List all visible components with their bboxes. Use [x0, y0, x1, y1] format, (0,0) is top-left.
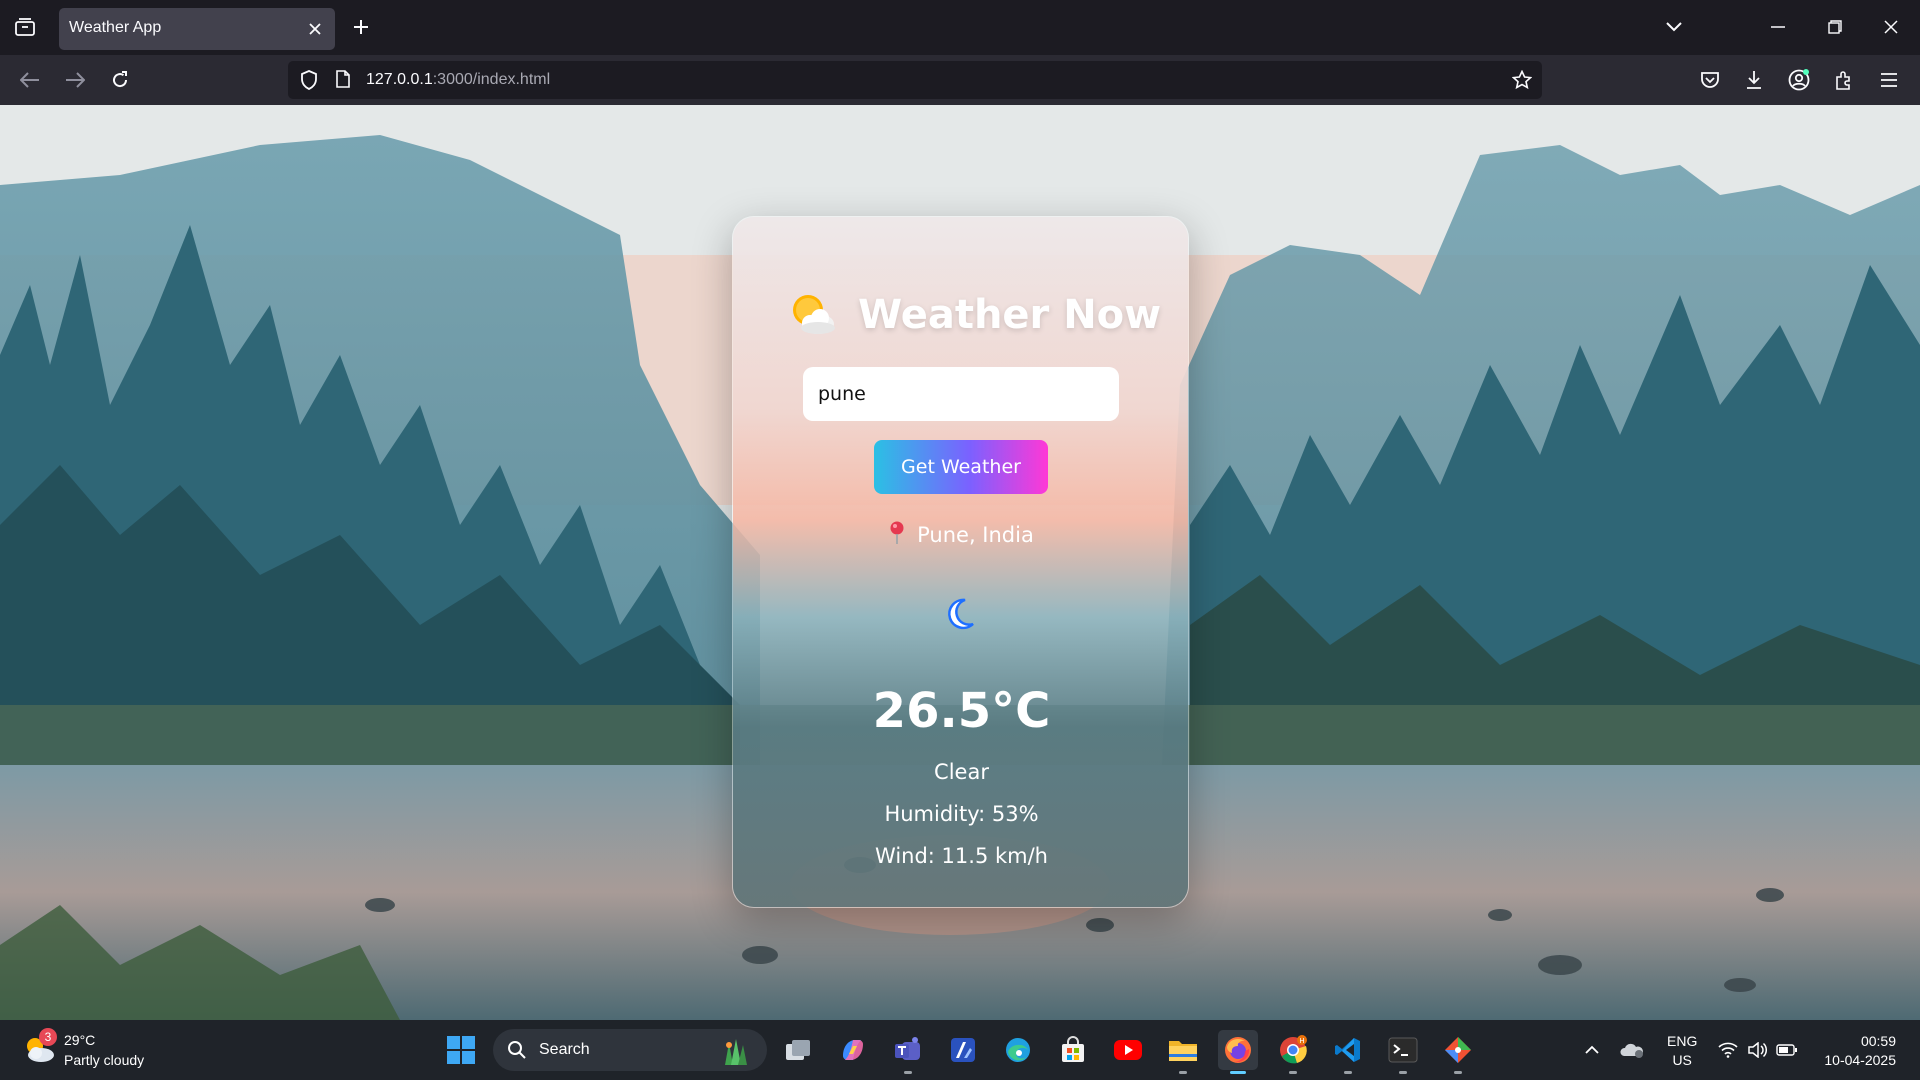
region-code: US: [1672, 1052, 1692, 1068]
clock-time: 00:59: [1860, 1033, 1896, 1049]
pocket-icon[interactable]: [1697, 67, 1723, 93]
weather-notification-badge: 3: [39, 1028, 57, 1046]
page-icon[interactable]: [336, 70, 352, 90]
weather-widget-temp: 29°C: [64, 1032, 96, 1048]
vscode-running-indicator: [1344, 1071, 1352, 1074]
humidity-text: Humidity: 53%: [884, 802, 1039, 826]
browser-tab-bar: Weather App: [0, 0, 1920, 55]
git-tool-icon[interactable]: [1438, 1030, 1478, 1074]
close-window-icon[interactable]: [1878, 14, 1904, 40]
terminal-running-indicator: [1399, 1071, 1407, 1074]
explorer-running-indicator: [1179, 1071, 1187, 1074]
vscode-icon[interactable]: [1328, 1030, 1368, 1074]
terminal-icon[interactable]: [1383, 1030, 1423, 1074]
search-label: Search: [539, 1041, 590, 1058]
bookmark-star-icon[interactable]: [1511, 69, 1533, 90]
task-view-icon[interactable]: [778, 1030, 818, 1070]
city-search-input[interactable]: [803, 367, 1119, 421]
minimize-icon[interactable]: [1765, 14, 1791, 40]
teams-icon[interactable]: [888, 1030, 928, 1074]
clock[interactable]: 00:59 10-04-2025: [1810, 1032, 1896, 1070]
forward-icon[interactable]: [62, 67, 88, 93]
get-weather-button[interactable]: Get Weather: [874, 440, 1048, 494]
tab-list-icon[interactable]: [12, 14, 38, 40]
url-text[interactable]: 127.0.0.1:3000/index.html: [366, 71, 550, 89]
browser-nav-bar: 127.0.0.1:3000/index.html: [0, 55, 1920, 105]
firefox-active-indicator: [1230, 1071, 1246, 1074]
copilot-icon[interactable]: [833, 1030, 873, 1070]
crescent-moon-icon: [948, 598, 974, 630]
restore-icon[interactable]: [1822, 14, 1848, 40]
menu-icon[interactable]: [1876, 67, 1902, 93]
firefox-icon[interactable]: [1218, 1030, 1258, 1074]
reload-icon[interactable]: [107, 67, 133, 93]
chevron-up-icon[interactable]: [1580, 1038, 1604, 1062]
download-icon[interactable]: [1741, 67, 1767, 93]
weather-widget-condition: Partly cloudy: [64, 1052, 145, 1068]
web-page: Weather Now Get Weather Pune, India 26.5…: [0, 105, 1920, 1020]
new-tab-icon[interactable]: [348, 14, 374, 40]
condition-text: Clear: [934, 760, 989, 784]
edge-icon[interactable]: [998, 1030, 1038, 1070]
youtube-icon[interactable]: [1108, 1030, 1148, 1070]
svg-text:H: H: [1299, 1037, 1304, 1045]
chrome-running-indicator: [1289, 1071, 1297, 1074]
back-icon[interactable]: [17, 67, 43, 93]
url-bar[interactable]: 127.0.0.1:3000/index.html: [288, 61, 1542, 99]
weather-card: Weather Now Get Weather Pune, India 26.5…: [732, 216, 1189, 908]
wifi-icon[interactable]: [1716, 1038, 1740, 1062]
wind-text: Wind: 11.5 km/h: [875, 844, 1048, 868]
taskbar-search-box[interactable]: Search: [493, 1029, 767, 1071]
temperature-value: 26.5°C: [872, 683, 1051, 739]
tab-title: Weather App: [69, 19, 162, 36]
tab-close-icon[interactable]: [305, 19, 325, 39]
windows-start-icon[interactable]: [446, 1035, 476, 1065]
microsoft-store-icon[interactable]: [1053, 1030, 1093, 1070]
account-icon[interactable]: [1786, 67, 1812, 93]
editor-app-icon[interactable]: [943, 1030, 983, 1070]
chrome-icon[interactable]: H: [1273, 1030, 1313, 1074]
taskbar: 3 29°C Partly cloudy Search H ENG US 00:…: [0, 1020, 1920, 1080]
git-running-indicator: [1454, 1071, 1462, 1074]
url-host: 127.0.0.1: [366, 71, 433, 88]
url-path: :3000/index.html: [432, 71, 551, 88]
extensions-icon[interactable]: [1831, 67, 1857, 93]
shield-icon[interactable]: [300, 70, 320, 90]
language-indicator[interactable]: ENG US: [1667, 1032, 1697, 1070]
browser-tab[interactable]: Weather App: [59, 8, 335, 50]
app-title: Weather Now: [858, 292, 1162, 338]
search-icon: [508, 1041, 526, 1059]
battery-icon[interactable]: [1775, 1038, 1799, 1062]
onedrive-sync-icon[interactable]: [1620, 1038, 1644, 1062]
file-explorer-icon[interactable]: [1163, 1030, 1203, 1074]
language-code: ENG: [1667, 1033, 1698, 1049]
search-highlight-icon: [725, 1039, 747, 1065]
card-header: Weather Now: [788, 287, 1161, 343]
location-text: Pune, India: [917, 523, 1034, 547]
chevron-down-icon[interactable]: [1661, 14, 1687, 40]
clock-date: 10-04-2025: [1824, 1052, 1896, 1068]
location-line: Pune, India: [733, 521, 1188, 547]
teams-running-indicator: [904, 1071, 912, 1074]
sun-behind-cloud-icon: [793, 295, 835, 334]
volume-icon[interactable]: [1745, 1038, 1769, 1062]
map-pin-icon: [890, 521, 904, 544]
